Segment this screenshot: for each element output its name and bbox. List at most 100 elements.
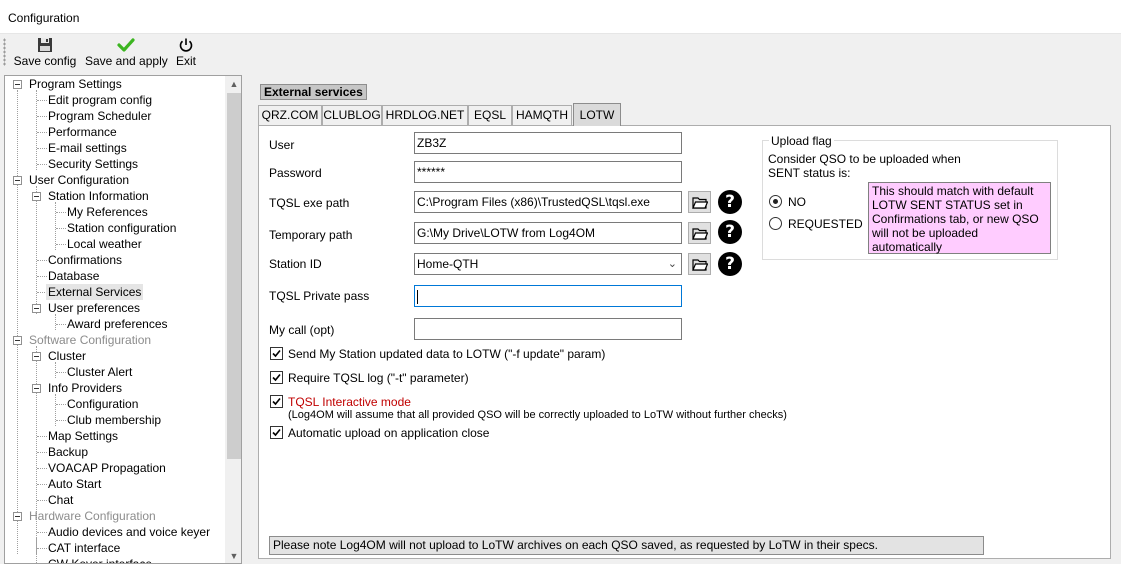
collapse-hardware-configuration[interactable] [13,512,22,521]
tree-item[interactable]: User Configuration [29,172,129,188]
tree-item[interactable]: VOACAP Propagation [48,460,166,476]
scroll-thumb[interactable] [227,93,241,459]
tree-item[interactable]: Station configuration [67,220,176,236]
tree-item[interactable]: Performance [48,124,117,140]
tree-item[interactable]: Auto Start [48,476,101,492]
send-station-checkbox[interactable] [270,347,283,360]
collapse-user-configuration[interactable] [13,176,22,185]
temp-path-label: Temporary path [269,228,353,242]
private-pass-input[interactable] [414,285,682,307]
power-icon [179,38,193,52]
tree-item[interactable]: CW Keyer interface [48,556,152,563]
interactive-mode-checkbox[interactable] [270,395,283,408]
save-config-button[interactable]: Save config [13,36,77,70]
tree-item[interactable]: Award preferences [67,316,168,332]
tree-item[interactable]: Hardware Configuration [29,508,156,524]
save-and-apply-button[interactable]: Save and apply [85,36,168,70]
exit-button[interactable]: Exit [174,36,198,70]
tree-item[interactable]: My References [67,204,148,220]
tree-scrollbar[interactable]: ▲ ▼ [225,76,241,563]
text-caret [417,289,418,304]
collapse-software-configuration[interactable] [13,336,22,345]
checkmark-icon [272,428,281,437]
tree-item-selected[interactable]: External Services [46,284,144,300]
upload-flag-legend: Upload flag [769,134,834,148]
mycall-input[interactable] [414,318,682,340]
help-temp-icon[interactable]: ? [718,220,742,244]
configuration-window: Configuration Save config Save and apply [0,0,1121,564]
floppy-icon [38,38,52,52]
temp-path-input[interactable]: G:\My Drive\LOTW from Log4OM [414,222,682,244]
tree-item[interactable]: Local weather [67,236,142,252]
scroll-down-arrow-icon[interactable]: ▼ [226,548,241,563]
toolbar: Save config Save and apply Exit [0,34,1121,71]
window-title: Configuration [8,11,80,25]
checkmark-icon [117,38,135,52]
save-and-apply-label: Save and apply [85,54,168,68]
require-log-checkbox[interactable] [270,371,283,384]
browse-tqsl-button[interactable] [688,191,711,213]
tree-item[interactable]: Program Settings [29,76,122,92]
tab-clublog[interactable]: CLUBLOG [322,105,382,125]
tree-item[interactable]: Backup [48,444,88,460]
password-label: Password [269,166,322,180]
password-input[interactable]: ****** [414,161,682,183]
tree-item[interactable]: Security Settings [48,156,138,172]
tab-hrdlog[interactable]: HRDLOG.NET [382,105,468,125]
save-config-label: Save config [13,54,77,68]
checkmark-icon [272,373,281,382]
interactive-mode-note: (Log4OM will assume that all provided QS… [288,409,787,421]
tree-item[interactable]: Edit program config [48,92,152,108]
tree-item[interactable]: CAT interface [48,540,120,556]
require-log-label: Require TQSL log ("-t" parameter) [288,371,469,385]
tree-item[interactable]: Chat [48,492,73,508]
user-input[interactable]: ZB3Z [414,132,682,154]
tree-item[interactable]: Program Scheduler [48,108,151,124]
interactive-mode-label: TQSL Interactive mode [288,395,411,409]
section-title: External services [260,84,367,100]
scroll-up-arrow-icon[interactable]: ▲ [226,76,241,92]
browse-temp-button[interactable] [688,222,711,244]
auto-upload-label: Automatic upload on application close [288,426,490,440]
tree-item[interactable]: E-mail settings [48,140,127,156]
exit-label: Exit [175,54,196,68]
tree-item[interactable]: Club membership [67,412,161,428]
tree-item[interactable]: Database [48,268,99,284]
folder-icon [692,197,708,209]
collapse-info-providers[interactable] [32,384,41,393]
tab-lotw[interactable]: LOTW [573,103,621,126]
private-pass-label: TQSL Private pass [269,289,370,303]
tree-item[interactable]: Confirmations [48,252,122,268]
collapse-user-preferences[interactable] [32,304,41,313]
upload-flag-requested-label: REQUESTED [788,217,863,231]
tree-item[interactable]: Station Information [48,188,149,204]
user-label: User [269,138,295,152]
tree-item[interactable]: Map Settings [48,428,118,444]
tree-item[interactable]: Cluster [48,348,86,364]
browse-station-button[interactable] [688,253,711,275]
send-station-label: Send My Station updated data to LOTW ("-… [288,347,606,361]
collapse-cluster[interactable] [32,352,41,361]
collapse-program-settings[interactable] [13,80,22,89]
tree-item[interactable]: Audio devices and voice keyer [48,524,210,540]
help-station-icon[interactable]: ? [718,252,742,276]
chevron-down-icon[interactable]: ⌄ [668,254,677,274]
station-id-value: Home-QTH [417,257,479,271]
tab-eqsl[interactable]: EQSL [468,105,512,125]
station-id-select[interactable]: Home-QTH ⌄ [414,253,682,275]
tqsl-path-input[interactable]: C:\Program Files (x86)\TrustedQSL\tqsl.e… [414,191,682,213]
tab-hamqth[interactable]: HAMQTH [512,105,572,125]
upload-flag-no-radio[interactable] [769,195,782,208]
collapse-station-information[interactable] [32,192,41,201]
title-bar: Configuration [0,0,1121,34]
tree-item[interactable]: Info Providers [48,380,122,396]
tree-item[interactable]: Software Configuration [29,332,151,348]
tree-item[interactable]: Configuration [67,396,138,412]
tab-qrz[interactable]: QRZ.COM [258,105,322,125]
tree-item[interactable]: User preferences [48,300,140,316]
help-tqsl-icon[interactable]: ? [718,190,742,214]
folder-icon [692,259,708,271]
upload-flag-requested-radio[interactable] [769,217,782,230]
tree-item[interactable]: Cluster Alert [67,364,132,380]
auto-upload-checkbox[interactable] [270,426,283,439]
